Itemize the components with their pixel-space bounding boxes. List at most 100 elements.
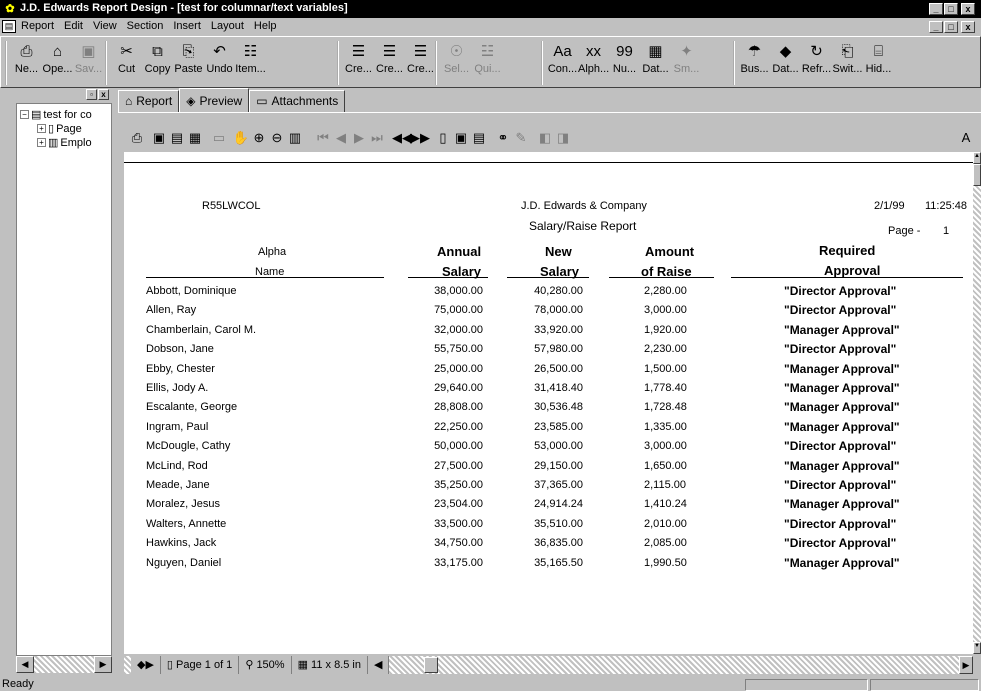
tree-item-page[interactable]: + ▯ Page: [37, 122, 82, 135]
toolbar-button-sm[interactable]: ✦ Sm...: [671, 41, 702, 85]
print-icon[interactable]: ⎙: [128, 129, 146, 147]
toolbar-button-sel[interactable]: ☉ Sel...: [441, 41, 472, 85]
h-scroll-thumb[interactable]: [424, 657, 438, 673]
cell-raise: 1,650.00: [644, 459, 687, 472]
scroll-left-icon[interactable]: ◀: [16, 656, 34, 673]
toolbar-button-item[interactable]: ☷ Item...: [235, 41, 266, 85]
toolbar-button-dat[interactable]: ▦ Dat...: [640, 41, 671, 85]
back-history-icon[interactable]: ◀◀: [392, 129, 412, 147]
cell-annual: 75,000.00: [434, 304, 483, 317]
scroll-down-icon[interactable]: ▼: [973, 642, 981, 654]
document-icon[interactable]: ▤: [2, 20, 16, 33]
two-page-icon[interactable]: ▤: [168, 129, 186, 147]
pan-hand-icon[interactable]: ✋: [232, 129, 250, 147]
maximize-button[interactable]: □: [944, 3, 958, 15]
nav-arrows-icon[interactable]: ◆▶: [131, 656, 161, 674]
toolbar-button-nu[interactable]: 99 Nu...: [609, 41, 640, 85]
doc-minimize-button[interactable]: _: [929, 21, 943, 33]
next-section-icon[interactable]: ◨: [554, 129, 572, 147]
scroll-thumb[interactable]: [973, 164, 981, 186]
last-page-icon[interactable]: ⏭: [368, 129, 386, 147]
prev-section-icon[interactable]: ◧: [536, 129, 554, 147]
tab-preview[interactable]: ◈ Preview: [179, 88, 250, 112]
menu-help[interactable]: Help: [252, 20, 279, 32]
menu-edit[interactable]: Edit: [62, 20, 85, 32]
toolbar-button-bus[interactable]: ☂ Bus...: [739, 41, 770, 85]
toolbar-group: ✂ Cut ⧉ Copy ⎘ Paste ↶ Undo ☷ Item...: [105, 41, 266, 85]
vertical-scrollbar[interactable]: ▲ ▼: [973, 152, 981, 654]
toolbar-button-cre[interactable]: ☰ Cre...: [374, 41, 405, 85]
prev-page-icon[interactable]: ◀: [332, 129, 350, 147]
cell-raise: 1,500.00: [644, 362, 687, 375]
page-setup-icon[interactable]: ▣: [452, 129, 470, 147]
tree-root[interactable]: − ▤ test for co: [20, 108, 92, 121]
toolbar-button-cre[interactable]: ☰ Cre...: [343, 41, 374, 85]
toolbar-button-ne[interactable]: ⎙ Ne...: [11, 41, 42, 85]
toolbar-button-hid[interactable]: ⌸ Hid...: [863, 41, 894, 85]
collapse-icon[interactable]: −: [20, 110, 29, 119]
menu-layout[interactable]: Layout: [209, 20, 246, 32]
expand-icon[interactable]: +: [37, 124, 46, 133]
toolbar-button-refr[interactable]: ↻ Refr...: [801, 41, 832, 85]
menu-report[interactable]: Report: [19, 20, 56, 32]
first-page-icon[interactable]: ⏮: [314, 129, 332, 147]
cell-annual: 38,000.00: [434, 285, 483, 297]
close-button[interactable]: x: [961, 3, 975, 15]
next-page-icon[interactable]: ▶: [350, 129, 368, 147]
find-icon[interactable]: ⚭: [494, 129, 512, 147]
scroll-left-icon[interactable]: ◀: [368, 656, 390, 674]
cell-raise: 3,000.00: [644, 440, 687, 453]
toolbar-button-cut[interactable]: ✂ Cut: [111, 41, 142, 85]
single-page-icon[interactable]: ▣: [150, 129, 168, 147]
pane-restore-button[interactable]: ▫: [86, 89, 97, 100]
toolbar-button-con[interactable]: Aa Con...: [547, 41, 578, 85]
scroll-up-icon[interactable]: ▲: [973, 152, 981, 164]
tab-report[interactable]: ⌂ Report: [118, 90, 180, 112]
toolbar-button-ope[interactable]: ⌂ Ope...: [42, 41, 73, 85]
tree-horizontal-scrollbar[interactable]: ◀ ▶: [16, 656, 112, 674]
ne-icon: ⎙: [20, 43, 33, 60]
scroll-track[interactable]: [34, 656, 94, 673]
toolbar-button-label: Sav...: [74, 63, 103, 75]
toolbar-button-cre[interactable]: ☰ Cre...: [405, 41, 436, 85]
zoom-width-icon[interactable]: ▥: [286, 129, 304, 147]
doc-maximize-button[interactable]: □: [944, 21, 958, 33]
toolbar-button-sav[interactable]: ▣ Sav...: [73, 41, 104, 85]
doc-close-button[interactable]: x: [961, 21, 975, 33]
toolbar-button-paste[interactable]: ⎘ Paste: [173, 41, 204, 85]
forward-history-icon[interactable]: ▶▶: [410, 129, 430, 147]
cell-new: 78,000.00: [534, 304, 583, 317]
tab-attachments[interactable]: ▭ Attachments: [249, 90, 346, 112]
scroll-right-icon[interactable]: ▶: [959, 656, 973, 674]
zoom-out-icon[interactable]: ⊖: [268, 129, 286, 147]
menu-insert[interactable]: Insert: [171, 20, 203, 32]
toolbar-button-undo[interactable]: ↶ Undo: [204, 41, 235, 85]
toolbar-button-copy[interactable]: ⧉ Copy: [142, 41, 173, 85]
page-layout-icon[interactable]: ▤: [470, 129, 488, 147]
toolbar-button-dat[interactable]: ◆ Dat...: [770, 41, 801, 85]
copy-page-icon[interactable]: ▭: [210, 129, 228, 147]
scroll-right-icon[interactable]: ▶: [94, 656, 112, 673]
magnifier-icon: ⚲: [245, 659, 257, 671]
expand-icon[interactable]: +: [37, 138, 46, 147]
multi-page-icon[interactable]: ▦: [186, 129, 204, 147]
cell-approval: "Director Approval": [784, 536, 897, 551]
find-next-icon[interactable]: ✎: [512, 129, 530, 147]
font-size-icon[interactable]: A: [957, 129, 975, 147]
zoom-in-icon[interactable]: ⊕: [250, 129, 268, 147]
cell-approval: "Director Approval": [784, 284, 897, 298]
zoom-info[interactable]: ⚲ 150%: [239, 656, 292, 674]
toolbar-button-qui[interactable]: ☳ Qui...: [472, 41, 503, 85]
menu-section[interactable]: Section: [125, 20, 166, 32]
toolbar-button-label: Ne...: [14, 63, 39, 75]
toolbar-group: ☂ Bus... ◆ Dat... ↻ Refr... ⎗ Swit... ⌸ Hid...: [733, 41, 894, 85]
tree-item-employee[interactable]: + ▥ Emplo: [37, 136, 92, 149]
toolbar-button-swit[interactable]: ⎗ Swit...: [832, 41, 863, 85]
menu-view[interactable]: View: [91, 20, 119, 32]
toolbar-button-alph[interactable]: xx Alph...: [578, 41, 609, 85]
new-page-icon[interactable]: ▯: [434, 129, 452, 147]
cell-approval: "Director Approval": [784, 516, 897, 531]
pane-close-button[interactable]: x: [98, 89, 109, 100]
minimize-button[interactable]: _: [929, 3, 943, 15]
cell-new: 37,365.00: [534, 479, 583, 491]
